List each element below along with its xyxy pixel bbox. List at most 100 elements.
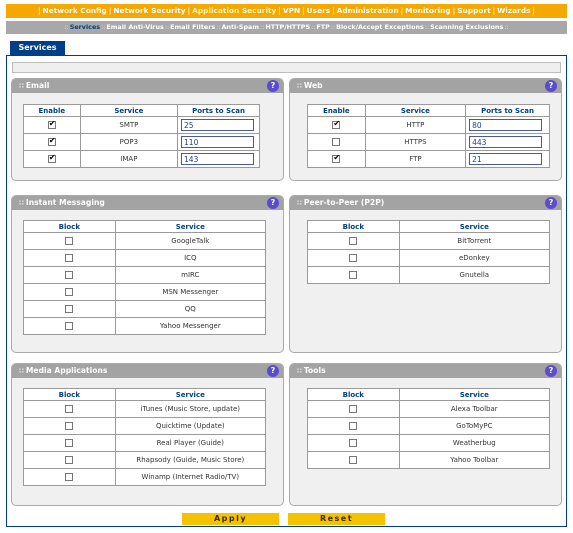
email-panel-title: Email <box>25 81 50 90</box>
nav-item-application-security[interactable]: Application Security <box>192 6 276 15</box>
block-checkbox[interactable] <box>65 237 74 245</box>
table-header-row: Block Service <box>23 220 267 233</box>
block-checkbox[interactable] <box>65 322 74 330</box>
service-name: GoogleTalk <box>114 232 267 250</box>
block-checkbox[interactable] <box>349 422 358 430</box>
block-checkbox[interactable] <box>65 271 74 279</box>
nav-item-administration[interactable]: Administration <box>337 6 399 15</box>
block-checkbox[interactable] <box>65 456 74 464</box>
enable-cell <box>23 150 81 168</box>
ports-to-scan-input[interactable] <box>469 153 543 165</box>
enable-checkbox[interactable] <box>332 153 341 163</box>
service-name: HTTPS <box>364 133 467 151</box>
service-name: Alexa Toolbar <box>398 400 551 418</box>
nav-item-wizards[interactable]: Wizards <box>497 6 530 15</box>
table-row: MSN Messenger <box>23 283 267 301</box>
web-panel-header: ∷ Web ? <box>290 79 561 93</box>
ports-to-scan-input[interactable] <box>181 136 255 148</box>
subnav-item-anti-spam[interactable]: Anti-Spam <box>221 23 259 31</box>
tab-services[interactable]: Services <box>10 41 65 55</box>
block-checkbox[interactable] <box>349 405 358 413</box>
p2p-table: Block Service BitTorrent eDonkey Gnutella <box>307 220 551 284</box>
nav-item-monitoring[interactable]: Monitoring <box>405 6 451 15</box>
block-checkbox[interactable] <box>349 456 358 464</box>
nav-item-network-security[interactable]: Network Security <box>113 6 185 15</box>
sub-navigation: ::Services::Email Anti-Virus::Email Filt… <box>6 21 567 34</box>
table-row: FTP <box>307 150 550 168</box>
email-services-table: EnableServicePorts to ScanSMTPPOP3IMAP <box>23 104 260 168</box>
enable-checkbox[interactable] <box>332 119 341 129</box>
service-name: GoToMyPC <box>398 417 551 435</box>
help-icon[interactable]: ? <box>545 365 557 377</box>
block-checkbox[interactable] <box>349 237 358 245</box>
subnav-item-services[interactable]: Services <box>70 23 100 31</box>
grip-icon: ∷ <box>297 82 302 90</box>
column-header: Block <box>307 388 400 401</box>
block-checkbox[interactable] <box>65 305 74 313</box>
tools-panel-header: ∷ Tools ? <box>290 364 561 378</box>
nav-item-users[interactable]: Users <box>307 6 330 15</box>
table-row: Winamp (Internet Radio/TV) <box>23 468 267 486</box>
subnav-item-email-anti-virus[interactable]: Email Anti-Virus <box>106 23 163 31</box>
subnav-item-block-accept-exceptions[interactable]: Block/Accept Exceptions <box>336 23 424 31</box>
block-cell <box>23 317 116 335</box>
enable-checkbox[interactable] <box>47 136 56 146</box>
table-header-row: Block Service <box>23 388 267 401</box>
block-checkbox[interactable] <box>349 271 358 279</box>
help-icon[interactable]: ? <box>267 80 279 92</box>
block-checkbox[interactable] <box>65 288 74 296</box>
block-checkbox[interactable] <box>65 405 74 413</box>
ports-to-scan-input[interactable] <box>469 119 543 131</box>
apply-button[interactable]: Apply <box>182 513 279 525</box>
block-checkbox[interactable] <box>65 473 74 481</box>
ports-to-scan-input[interactable] <box>469 136 543 148</box>
enable-checkbox[interactable] <box>332 138 341 146</box>
media-applications-panel-title: Media Applications <box>25 366 108 375</box>
web-panel-title: Web <box>303 81 323 90</box>
subnav-item-scanning-exclusions[interactable]: Scanning Exclusions <box>430 23 503 31</box>
block-cell <box>23 434 116 452</box>
table-row: mIRC <box>23 266 267 284</box>
block-checkbox[interactable] <box>65 439 74 447</box>
help-icon[interactable]: ? <box>267 365 279 377</box>
subnav-item-email-filters[interactable]: Email Filters <box>170 23 215 31</box>
service-name: iTunes (Music Store, update) <box>114 400 267 418</box>
column-header: Service <box>114 388 267 401</box>
nav-item-vpn[interactable]: VPN <box>283 6 300 15</box>
instant-messaging-panel-header: ∷ Instant Messaging ? <box>12 196 283 210</box>
table-header-row: Enable Service Ports to Scan <box>307 104 550 117</box>
ports-to-scan-input[interactable] <box>181 153 255 165</box>
help-icon[interactable]: ? <box>545 80 557 92</box>
block-checkbox[interactable] <box>349 439 358 447</box>
table-row: eDonkey <box>307 249 551 267</box>
help-icon[interactable]: ? <box>545 197 557 209</box>
service-name: BitTorrent <box>398 232 551 250</box>
reset-button[interactable]: Reset <box>288 513 385 525</box>
subnav-item-http-https[interactable]: HTTP/HTTPS <box>265 23 310 31</box>
column-header: Block <box>23 388 116 401</box>
block-checkbox[interactable] <box>65 254 74 262</box>
service-name: HTTP <box>364 116 467 134</box>
ports-cell <box>465 150 550 168</box>
nav-item-network-config[interactable]: Network Config <box>43 6 107 15</box>
service-name: Weatherbug <box>398 434 551 452</box>
ports-cell <box>177 150 260 168</box>
service-name: SMTP <box>79 116 179 134</box>
ports-cell <box>465 133 550 151</box>
subnav-item-ftp[interactable]: FTP <box>316 23 329 31</box>
tools-table: Block Service Alexa Toolbar GoToMyPC Weather… <box>307 388 551 469</box>
block-checkbox[interactable] <box>349 254 358 262</box>
ports-to-scan-input[interactable] <box>181 119 255 131</box>
column-header: Block <box>307 220 400 233</box>
enable-checkbox[interactable] <box>47 119 56 129</box>
table-row: ICQ <box>23 249 267 267</box>
enable-checkbox[interactable] <box>47 153 56 163</box>
service-name: Real Player (Guide) <box>114 434 267 452</box>
service-name: Yahoo Toolbar <box>398 451 551 469</box>
block-checkbox[interactable] <box>65 422 74 430</box>
nav-item-support[interactable]: Support <box>457 6 490 15</box>
service-name: Rhapsody (Guide, Music Store) <box>114 451 267 469</box>
service-name: QQ <box>114 300 267 318</box>
help-icon[interactable]: ? <box>267 197 279 209</box>
status-message-bar <box>12 62 561 73</box>
